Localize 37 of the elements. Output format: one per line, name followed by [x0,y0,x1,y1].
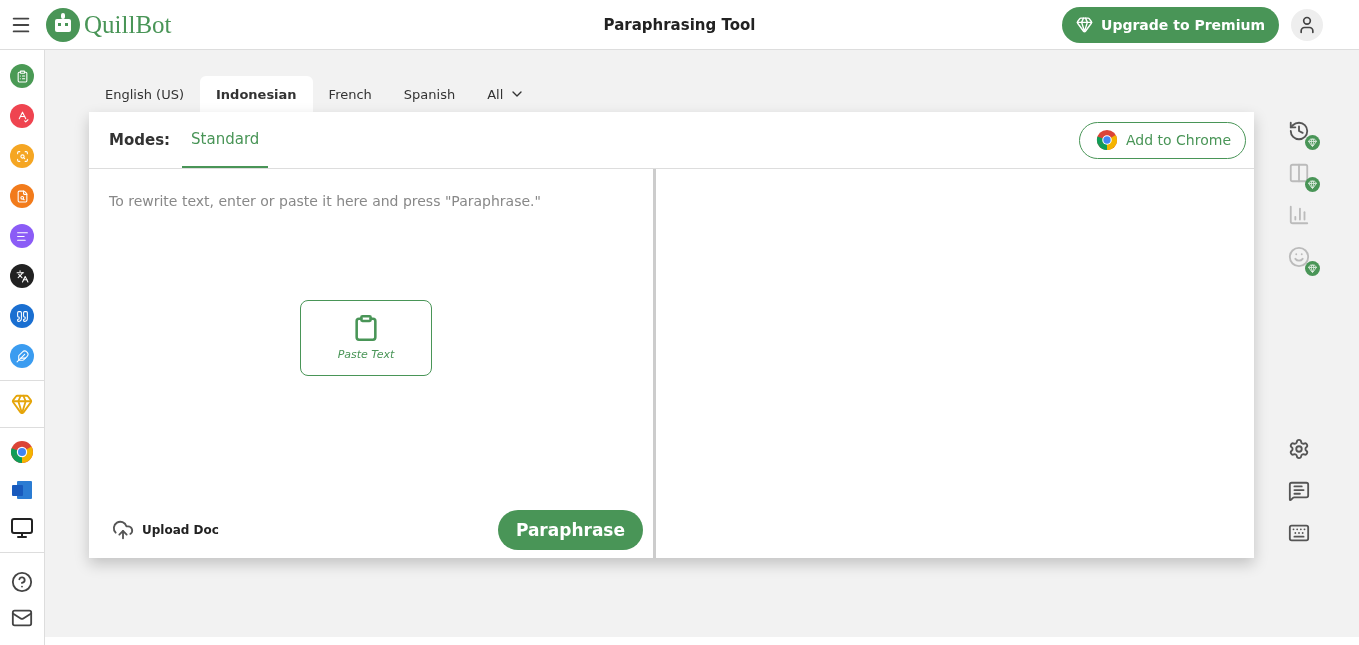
paste-text-button[interactable]: Paste Text [300,299,432,376]
clipboard-icon [352,314,380,342]
mode-tab[interactable]: Standard [182,112,269,168]
help-icon[interactable] [11,571,33,593]
robot-logo-icon [46,7,80,42]
compare-icon[interactable] [1288,162,1320,192]
page-title: Paraphrasing Tool [603,15,756,34]
add-to-chrome-button[interactable]: Add to Chrome [1079,121,1246,159]
language-tab[interactable]: Indonesian [200,76,313,112]
mail-icon[interactable] [11,607,33,629]
upload-doc-button[interactable]: Upload Doc [106,518,225,542]
user-icon [1297,14,1317,35]
chrome-logo-icon [1096,129,1118,151]
logo-text: QuillBot [84,10,172,39]
language-tab[interactable]: All [471,76,542,112]
language-tab[interactable]: Spanish [387,76,472,112]
grammar-check-icon[interactable] [10,104,34,128]
paraphraser-icon[interactable] [10,64,34,88]
account-button[interactable] [1291,8,1323,41]
input-placeholder[interactable]: To rewrite text, enter or paste it here and press "Paraphrase." [109,193,643,209]
plagiarism-check-icon[interactable] [10,184,34,208]
diamond-icon [1076,16,1094,33]
language-tab[interactable]: English (US) [89,76,200,112]
word-document-icon[interactable] [11,480,33,500]
translator-icon[interactable] [10,264,34,288]
chrome-logo-icon [10,440,34,464]
quill-pen-icon[interactable] [10,344,34,368]
cloud-upload-icon [112,519,134,541]
history-icon[interactable] [1288,120,1320,150]
summarizer-icon[interactable] [10,224,34,248]
smiley-icon[interactable] [1288,246,1320,276]
modes-label: Modes: [109,131,171,149]
upgrade-button[interactable]: Upgrade to Premium [1062,6,1279,43]
desktop-app-icon[interactable] [10,516,34,540]
citation-quote-icon[interactable] [10,304,34,328]
paraphrase-button[interactable]: Paraphrase [497,510,643,550]
language-tab[interactable]: French [312,76,388,112]
